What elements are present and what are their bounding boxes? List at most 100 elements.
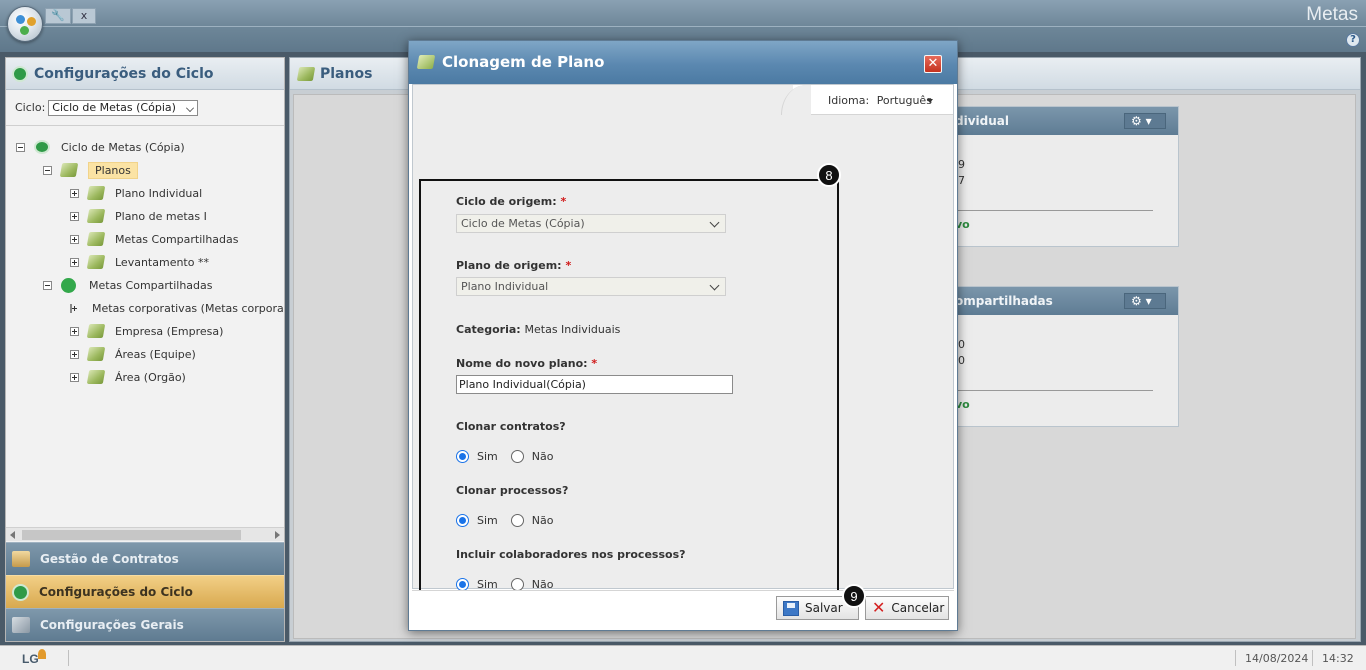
tree-node-plan[interactable]: Áreas (Equipe): [70, 345, 196, 363]
accordion-contracts[interactable]: Gestão de Contratos: [6, 542, 284, 575]
expand-toggle-icon[interactable]: [70, 257, 79, 267]
accordion-general-config[interactable]: Configurações Gerais: [6, 608, 284, 641]
wrench-icon: [12, 617, 30, 633]
tree-node-label: Levantamento **: [115, 255, 209, 269]
status-date: 14/08/2024: [1245, 652, 1309, 665]
clone-contracts-label: Clonar contratos?: [456, 420, 566, 433]
expand-toggle-icon[interactable]: [70, 303, 77, 313]
expand-toggle-icon[interactable]: [70, 326, 79, 336]
radio-label-yes: Sim: [477, 513, 498, 527]
category-value: Metas Individuais: [524, 323, 621, 336]
tree-node-label: Metas corporativas (Metas corporativas): [92, 301, 284, 315]
chevron-down-icon: [709, 280, 720, 291]
tree-node-plan[interactable]: Metas Compartilhadas: [70, 230, 239, 248]
origin-plan-value: Plano Individual: [461, 280, 549, 293]
plan-icon: [59, 163, 79, 177]
origin-plan-label: Plano de origem: *: [456, 259, 571, 272]
clone-processes-radios: Sim Não: [456, 512, 566, 528]
close-icon: x: [80, 9, 88, 22]
collapse-toggle-icon[interactable]: [16, 142, 25, 152]
radio-label-no: Não: [531, 577, 554, 591]
include-collaborators-no-radio[interactable]: [510, 577, 524, 591]
orb-dot-icon: [20, 26, 29, 35]
accordion-cycle-config[interactable]: Configurações do Ciclo: [6, 575, 284, 608]
plan-icon: [86, 370, 106, 384]
tree-node-plan[interactable]: Área (Orgão): [70, 368, 186, 386]
tree-node-plan[interactable]: Plano Individual: [70, 184, 202, 202]
expand-toggle-icon[interactable]: [70, 188, 79, 198]
tree-node-label: Planos: [88, 161, 138, 179]
tree-node-shared[interactable]: Metas Compartilhadas: [43, 276, 213, 294]
cycle-selector-row: Ciclo: Ciclo de Metas (Cópia): [6, 90, 284, 126]
main-title: Planos: [320, 65, 373, 82]
collapse-toggle-icon[interactable]: [43, 280, 52, 290]
include-collaborators-yes-radio[interactable]: [456, 577, 469, 591]
clone-contracts-no-radio[interactable]: [510, 449, 524, 463]
clone-contracts-radios: Sim Não: [456, 448, 566, 464]
language-selector[interactable]: Idioma: Português: [781, 85, 953, 115]
app-title: Metas: [1306, 4, 1358, 25]
dialog-title: Clonagem de Plano: [442, 53, 605, 71]
collapse-toggle-icon[interactable]: [43, 165, 52, 175]
status-bar: LG 14/08/2024 14:32: [0, 645, 1366, 670]
plan-icon: [86, 324, 106, 338]
language-text: Idioma: Português: [828, 94, 932, 107]
tree-node-planos[interactable]: Planos: [43, 161, 138, 179]
clone-processes-yes-radio[interactable]: [456, 513, 469, 527]
dialog-body: Idioma: Português 8 Ciclo de origem: * C…: [412, 84, 954, 614]
step-badge: 8: [817, 163, 841, 187]
horizontal-scrollbar[interactable]: [6, 527, 284, 541]
tree-node-label: Empresa (Empresa): [115, 324, 224, 338]
origin-cycle-label: Ciclo de origem: *: [456, 195, 566, 208]
left-panel: Configurações do Ciclo Ciclo: Ciclo de M…: [5, 57, 285, 642]
tree-node-cycle[interactable]: Ciclo de Metas (Cópia): [16, 138, 185, 156]
origin-cycle-select[interactable]: Ciclo de Metas (Cópia): [456, 214, 726, 233]
left-panel-title: Configurações do Ciclo: [34, 65, 214, 82]
clone-processes-no-radio[interactable]: [510, 513, 524, 527]
app-menu-button[interactable]: [7, 6, 43, 42]
tree-node-plan[interactable]: Metas corporativas (Metas corporativas): [70, 299, 284, 317]
cycle-select[interactable]: Ciclo de Metas (Cópia): [48, 99, 199, 116]
plan-icon: [416, 55, 436, 69]
plan-icon: [86, 232, 106, 246]
tools-tab[interactable]: 🔧: [45, 8, 71, 24]
required-mark: *: [565, 259, 572, 272]
contracts-icon: [12, 551, 30, 567]
new-plan-name-input[interactable]: Plano Individual(Cópia): [456, 375, 733, 394]
category-row: Categoria: Metas Individuais: [456, 323, 620, 336]
include-collaborators-label: Incluir colaboradores nos processos?: [456, 548, 686, 561]
new-plan-name-label-text: Nome do novo plano:: [456, 357, 588, 370]
close-tab-button[interactable]: x: [72, 8, 96, 24]
dialog-title-bar[interactable]: Clonagem de Plano ✕: [409, 41, 957, 84]
tree-node-label: Área (Orgão): [115, 370, 186, 384]
cycle-config-icon: [12, 583, 29, 601]
plan-card-title: dividual: [955, 114, 1009, 128]
scroll-right-icon[interactable]: [275, 531, 280, 539]
status-separator: [1312, 650, 1313, 666]
new-plan-name-label: Nome do novo plano: *: [456, 357, 597, 370]
tree-node-plan[interactable]: Plano de metas I: [70, 207, 207, 225]
expand-toggle-icon[interactable]: [70, 349, 79, 359]
clone-contracts-yes-radio[interactable]: [456, 449, 469, 463]
scroll-thumb[interactable]: [22, 530, 241, 540]
close-button[interactable]: ✕: [924, 55, 942, 73]
cancel-button[interactable]: ✕ Cancelar: [865, 596, 949, 620]
tree-node-label: Áreas (Equipe): [115, 347, 196, 361]
radio-label-no: Não: [531, 513, 554, 527]
card-divider: [946, 210, 1153, 211]
floppy-disk-icon: [783, 600, 799, 616]
help-icon[interactable]: ?: [1346, 33, 1360, 47]
scroll-left-icon[interactable]: [10, 531, 15, 539]
accordion-label: Configurações do Ciclo: [39, 585, 193, 599]
tree-node-label: Plano de metas I: [115, 209, 207, 223]
status-time: 14:32: [1322, 652, 1354, 665]
expand-toggle-icon[interactable]: [70, 372, 79, 382]
gear-menu-button[interactable]: ⚙ ▾: [1124, 293, 1166, 309]
expand-toggle-icon[interactable]: [70, 211, 79, 221]
expand-toggle-icon[interactable]: [70, 234, 79, 244]
origin-plan-select[interactable]: Plano Individual: [456, 277, 726, 296]
gear-menu-button[interactable]: ⚙ ▾: [1124, 113, 1166, 129]
step-badge: 9: [842, 584, 866, 608]
tree-node-plan[interactable]: Levantamento **: [70, 253, 209, 271]
tree-node-plan[interactable]: Empresa (Empresa): [70, 322, 223, 340]
